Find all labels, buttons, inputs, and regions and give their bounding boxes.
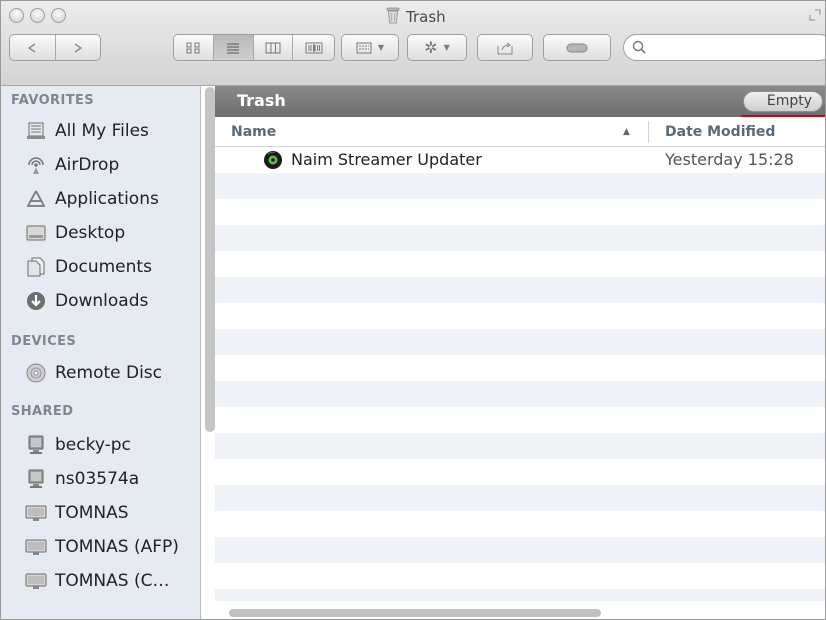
sidebar-item-label: ns03574a: [55, 469, 140, 489]
server-icon: [25, 536, 47, 558]
sidebar-item-ns03574a[interactable]: ns03574a: [25, 465, 139, 493]
arrange-button[interactable]: ▼: [341, 34, 399, 61]
file-list: Naim Streamer Updater Yesterday 15:28: [215, 147, 825, 601]
server-icon: [25, 502, 47, 524]
list-icon: [227, 43, 240, 53]
back-arrow-icon: [28, 42, 36, 53]
window-title: Trash: [386, 5, 446, 29]
finder-window: Trash ▼ ✲ ▼ FAVORITES All My Files AirDr…: [0, 0, 826, 620]
sidebar-item-all-my-files[interactable]: All My Files: [25, 117, 149, 145]
sidebar-section-favorites: FAVORITES: [11, 93, 95, 108]
icon-view-button[interactable]: [174, 35, 213, 60]
empty-trash-button[interactable]: Empty: [743, 91, 823, 112]
sidebar-scrollbar[interactable]: [205, 87, 215, 432]
sidebar-item-label: AirDrop: [55, 155, 120, 175]
airdrop-icon: [25, 154, 47, 176]
table-row[interactable]: Naim Streamer Updater Yesterday 15:28: [215, 147, 825, 174]
sidebar-item-airdrop[interactable]: AirDrop: [25, 151, 119, 179]
all-files-icon: [25, 120, 47, 142]
file-name: Naim Streamer Updater: [291, 150, 482, 169]
desktop-icon: [25, 222, 47, 244]
sidebar-item-label: Remote Disc: [55, 363, 163, 383]
sidebar-item-label: TOMNAS: [55, 503, 129, 523]
share-button[interactable]: [477, 34, 533, 61]
pc-icon: [25, 434, 47, 456]
action-button[interactable]: ✲ ▼: [407, 34, 467, 61]
fullscreen-icon[interactable]: [809, 9, 821, 21]
toolbar: Trash ▼ ✲ ▼: [1, 1, 825, 86]
documents-icon: [25, 256, 47, 278]
forward-button[interactable]: [54, 35, 101, 60]
column-view-button[interactable]: [252, 35, 293, 60]
sidebar-item-becky-pc[interactable]: becky-pc: [25, 431, 131, 459]
tag-icon: [566, 43, 588, 52]
sidebar-item-label: Documents: [55, 257, 152, 277]
sidebar-item-label: All My Files: [55, 121, 149, 141]
trash-icon: [386, 7, 400, 28]
sidebar-item-tomnas-afp[interactable]: TOMNAS (AFP): [25, 533, 179, 561]
column-name-header[interactable]: Name: [231, 124, 276, 140]
sidebar: FAVORITES All My Files AirDrop Applicati…: [1, 86, 201, 619]
sidebar-item-applications[interactable]: Applications: [25, 185, 159, 213]
share-icon: [497, 42, 513, 54]
back-forward-control: [9, 34, 101, 61]
sidebar-item-tomnas-c[interactable]: TOMNAS (C…: [25, 567, 169, 595]
column-header: Name ▲ Date Modified: [215, 117, 825, 147]
sidebar-item-documents[interactable]: Documents: [25, 253, 152, 281]
window-title-text: Trash: [406, 8, 446, 26]
downloads-icon: [25, 290, 47, 312]
back-button[interactable]: [10, 35, 55, 60]
sidebar-item-remote-disc[interactable]: Remote Disc: [25, 359, 162, 387]
folder-title: Trash: [237, 91, 286, 110]
view-mode-control: [173, 34, 335, 61]
gear-icon: ✲: [424, 38, 438, 57]
sidebar-item-label: Desktop: [55, 223, 126, 243]
server-icon: [25, 570, 47, 592]
disc-icon: [25, 362, 47, 384]
search-field[interactable]: [623, 34, 825, 61]
list-view-button[interactable]: [212, 35, 253, 60]
column-divider[interactable]: [648, 121, 649, 143]
sidebar-item-label: TOMNAS (C…: [55, 571, 170, 591]
columns-icon: [265, 42, 281, 53]
applications-icon: [25, 188, 47, 210]
coverflow-icon: [305, 42, 323, 53]
sidebar-item-tomnas[interactable]: TOMNAS: [25, 499, 129, 527]
column-date-header[interactable]: Date Modified: [665, 124, 775, 140]
zoom-window-button[interactable]: [51, 8, 66, 23]
arrange-icon: [356, 42, 372, 53]
file-browser: Trash Empty Name ▲ Date Modified Naim St…: [215, 86, 825, 619]
chevron-down-icon: ▼: [377, 43, 385, 52]
sidebar-item-label: TOMNAS (AFP): [55, 537, 179, 557]
sidebar-section-shared: SHARED: [11, 404, 74, 419]
sidebar-item-downloads[interactable]: Downloads: [25, 287, 148, 315]
sidebar-item-label: Applications: [55, 189, 159, 209]
sidebar-item-desktop[interactable]: Desktop: [25, 219, 125, 247]
path-bar: Trash Empty: [215, 86, 825, 117]
app-disc-icon: [263, 150, 283, 174]
search-icon: [632, 40, 646, 54]
icon-grid-icon: [186, 42, 200, 53]
sidebar-item-label: Downloads: [55, 291, 149, 311]
file-date: Yesterday 15:28: [665, 150, 794, 169]
chevron-down-icon: ▼: [443, 43, 450, 52]
close-window-button[interactable]: [9, 8, 24, 23]
sort-ascending-icon: ▲: [623, 127, 630, 137]
edit-tags-button[interactable]: [543, 34, 611, 61]
pc-icon: [25, 468, 47, 490]
sidebar-item-label: becky-pc: [55, 435, 131, 455]
horizontal-scrollbar[interactable]: [229, 609, 601, 617]
minimize-window-button[interactable]: [30, 8, 45, 23]
sidebar-section-devices: DEVICES: [11, 334, 77, 349]
coverflow-view-button[interactable]: [292, 35, 334, 60]
forward-arrow-icon: [74, 42, 82, 53]
